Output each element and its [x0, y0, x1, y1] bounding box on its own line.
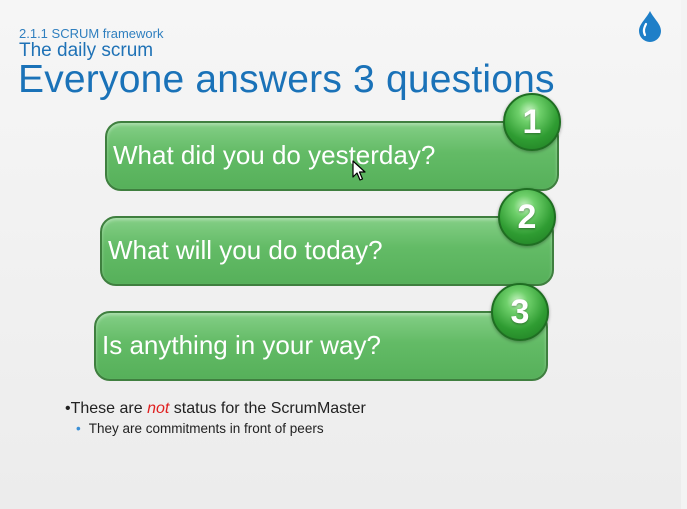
question-text-1: What did you do yesterday? [113, 140, 436, 170]
number-badge-label-1: 1 [522, 103, 542, 141]
question-box-3: Is anything in your way? [94, 311, 548, 381]
droplet-logo-icon [639, 11, 661, 42]
sub-bullet: • They are commitments in front of peers [76, 421, 324, 436]
question-box-2: What will you do today? [100, 216, 554, 286]
mouse-pointer-icon [352, 160, 366, 181]
question-text-2: What will you do today? [108, 235, 383, 265]
number-badge-2: 2 [498, 188, 556, 246]
main-bullet-suffix: status for the ScrumMaster [169, 400, 366, 417]
question-text-3: Is anything in your way? [102, 330, 381, 360]
sub-bullet-text: They are commitments in front of peers [88, 421, 324, 436]
number-badge-label-2: 2 [517, 198, 537, 236]
sub-bullet-marker: • [76, 421, 81, 436]
main-bullet-prefix: •These are [65, 400, 148, 417]
slide-title: Everyone answers 3 questions [18, 58, 555, 101]
question-box-1: What did you do yesterday? [105, 121, 559, 191]
number-badge-1: 1 [503, 93, 561, 151]
section-label: 2.1.1 SCRUM framework [19, 26, 164, 41]
window-edge [681, 0, 687, 509]
number-badge-label-3: 3 [510, 293, 530, 331]
slide: 2.1.1 SCRUM framework The daily scrum Ev… [0, 0, 681, 509]
number-badge-3: 3 [491, 283, 549, 341]
main-bullet-emphasis: not [147, 400, 170, 417]
main-bullet: •These are not status for the ScrumMaste… [65, 400, 366, 418]
